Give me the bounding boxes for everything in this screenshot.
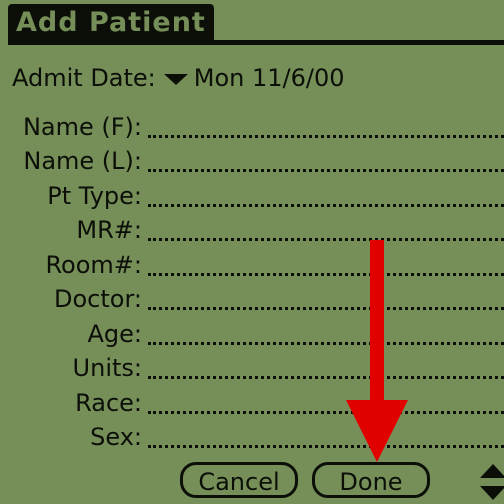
page-title: Add Patient <box>8 4 214 42</box>
mr-number-label: MR#: <box>76 216 142 244</box>
pt-type-field[interactable]: Pt Type: <box>0 179 504 213</box>
room-number-label: Room#: <box>45 251 142 279</box>
triangle-down-icon[interactable] <box>163 73 188 85</box>
race-input[interactable] <box>148 411 504 414</box>
scroll-arrows-icon[interactable] <box>478 462 504 502</box>
pt-type-label: Pt Type: <box>47 182 142 210</box>
sex-input[interactable] <box>148 445 504 448</box>
first-name-field[interactable]: Name (F): <box>0 110 504 144</box>
pt-type-input[interactable] <box>148 204 504 207</box>
sex-label: Sex: <box>90 423 142 451</box>
doctor-label: Doctor: <box>54 285 142 313</box>
admit-date-label: Admit Date: <box>12 64 156 92</box>
doctor-input[interactable] <box>148 307 504 310</box>
age-field[interactable]: Age: <box>0 317 504 351</box>
first-name-input[interactable] <box>148 135 504 138</box>
first-name-label: Name (F): <box>22 113 142 141</box>
last-name-field[interactable]: Name (L): <box>0 144 504 178</box>
units-label: Units: <box>72 354 142 382</box>
admit-date-row: Admit Date: Mon 11/6/00 <box>12 62 345 94</box>
age-label: Age: <box>87 320 142 348</box>
age-input[interactable] <box>148 342 504 345</box>
room-number-field[interactable]: Room#: <box>0 248 504 282</box>
title-bar: Add Patient <box>0 0 504 46</box>
units-field[interactable]: Units: <box>0 351 504 385</box>
race-label: Race: <box>75 389 142 417</box>
mr-number-input[interactable] <box>148 238 504 241</box>
admit-date-value[interactable]: Mon 11/6/00 <box>194 64 345 92</box>
last-name-label: Name (L): <box>23 147 142 175</box>
units-input[interactable] <box>148 376 504 379</box>
cancel-button[interactable]: Cancel <box>180 462 298 498</box>
doctor-field[interactable]: Doctor: <box>0 282 504 316</box>
mr-number-field[interactable]: MR#: <box>0 213 504 247</box>
sex-field[interactable]: Sex: <box>0 420 504 454</box>
done-button[interactable]: Done <box>312 462 430 498</box>
last-name-input[interactable] <box>148 169 504 172</box>
title-divider <box>8 40 504 45</box>
race-field[interactable]: Race: <box>0 386 504 420</box>
room-number-input[interactable] <box>148 273 504 276</box>
